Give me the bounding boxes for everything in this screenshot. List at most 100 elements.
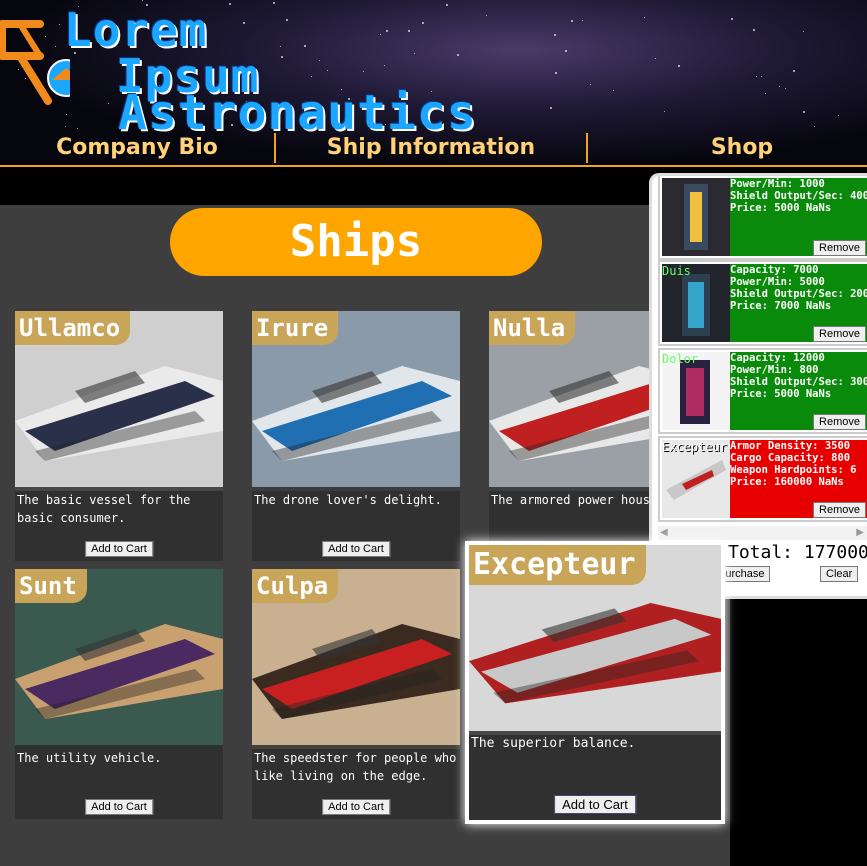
item-spec: Weapon Hardpoints: 6 xyxy=(730,464,857,476)
star-decoration xyxy=(304,45,306,47)
star-decoration xyxy=(327,70,328,71)
item-spec: Shield Output/Sec: 300 xyxy=(730,376,867,388)
star-decoration xyxy=(142,0,143,1)
cart-item: Duis Capacity: 7000 Power/Min: 5000 Shie… xyxy=(658,260,867,346)
cart-item: Excepteur Armor Density: 3500 Cargo Capa… xyxy=(658,436,867,522)
star-decoration xyxy=(319,60,320,61)
page-title: Ships xyxy=(170,208,542,276)
ship-name: Irure xyxy=(252,311,339,345)
star-decoration xyxy=(281,56,283,58)
item-spec: Shield Output/Sec: 200 xyxy=(730,288,867,300)
star-decoration xyxy=(414,53,415,54)
star-decoration xyxy=(422,22,424,24)
ship-card-excepteur: Excepteur The superior balance. Add to C… xyxy=(465,541,725,824)
item-price: Price: 5000 NaNs xyxy=(730,388,832,400)
ship-name: Ullamco xyxy=(15,311,131,345)
remove-button[interactable]: Remove xyxy=(813,502,866,518)
site-header: Lorem Ipsum Astronautics Company Bio Shi… xyxy=(0,0,867,167)
star-decoration xyxy=(838,115,839,116)
add-to-cart-button[interactable]: Add to Cart xyxy=(85,541,153,557)
cart-panel: Power/Min: 1000 Shield Output/Sec: 400 P… xyxy=(649,173,867,599)
add-to-cart-button[interactable]: Add to Cart xyxy=(322,799,390,815)
star-decoration xyxy=(765,93,766,94)
brand-line-1: Lorem xyxy=(64,3,208,57)
star-decoration xyxy=(66,114,67,115)
item-spec: Cargo Capacity: 800 xyxy=(730,452,851,464)
star-decoration xyxy=(613,90,614,91)
star-decoration xyxy=(486,15,487,16)
star-decoration xyxy=(753,29,755,31)
nav-ship-information[interactable]: Ship Information xyxy=(276,131,586,165)
ship-card-irure: Irure The drone lover's delight. Add to … xyxy=(252,311,460,561)
star-decoration xyxy=(384,65,385,66)
star-decoration xyxy=(243,22,245,24)
ship-card-sunt: Sunt The utility vehicle. Add to Cart xyxy=(15,569,223,819)
star-decoration xyxy=(555,72,557,74)
star-decoration xyxy=(65,126,66,127)
star-decoration xyxy=(678,65,680,67)
star-decoration xyxy=(731,18,733,20)
remove-button[interactable]: Remove xyxy=(813,240,866,256)
star-decoration xyxy=(571,20,573,22)
ship-name: Nulla xyxy=(489,311,576,345)
main-nav: Company Bio Ship Information Shop xyxy=(0,131,867,167)
star-decoration xyxy=(280,46,281,47)
star-decoration xyxy=(793,70,795,72)
star-decoration xyxy=(814,126,815,127)
item-spec: Power/Min: 5000 xyxy=(730,276,825,288)
star-decoration xyxy=(554,34,556,36)
star-decoration xyxy=(380,34,381,35)
star-decoration xyxy=(582,20,583,21)
star-decoration xyxy=(77,128,78,129)
star-decoration xyxy=(386,30,388,32)
nav-shop[interactable]: Shop xyxy=(588,131,867,165)
star-decoration xyxy=(779,86,780,87)
item-price: Price: 160000 NaNs xyxy=(730,476,844,488)
item-spec: Armor Density: 3500 xyxy=(730,440,851,452)
item-label: Duis xyxy=(662,264,691,278)
star-decoration xyxy=(803,31,804,32)
star-decoration xyxy=(590,84,591,85)
remove-button[interactable]: Remove xyxy=(813,414,866,430)
star-decoration xyxy=(446,4,448,6)
star-decoration xyxy=(286,19,288,21)
star-decoration xyxy=(108,103,109,104)
cart-list[interactable]: Power/Min: 1000 Shield Output/Sec: 400 P… xyxy=(658,176,867,524)
star-decoration xyxy=(785,88,786,89)
item-spec: Capacity: 12000 xyxy=(730,352,825,364)
star-decoration xyxy=(644,17,645,18)
ship-name: Excepteur xyxy=(469,545,646,585)
ship-name: Sunt xyxy=(15,569,87,603)
add-to-cart-button[interactable]: Add to Cart xyxy=(554,795,636,814)
star-decoration xyxy=(457,54,459,56)
add-to-cart-button[interactable]: Add to Cart xyxy=(85,799,153,815)
star-decoration xyxy=(803,111,805,113)
cart-item: Dolor Capacity: 12000 Power/Min: 800 Shi… xyxy=(658,348,867,434)
item-spec: Shield Output/Sec: 400 xyxy=(730,190,867,202)
clear-button[interactable]: Clear xyxy=(820,566,859,582)
scroll-right-icon[interactable]: ▶ xyxy=(856,527,864,538)
item-spec: Capacity: 7000 xyxy=(730,264,819,276)
add-to-cart-button[interactable]: Add to Cart xyxy=(322,541,390,557)
star-decoration xyxy=(664,111,665,112)
item-spec: Power/Min: 800 xyxy=(730,364,819,376)
item-price: Price: 7000 NaNs xyxy=(730,300,832,312)
scroll-left-icon[interactable]: ◀ xyxy=(660,527,668,538)
item-spec: Power/Min: 1000 xyxy=(730,178,825,190)
ship-name: Culpa xyxy=(252,569,339,603)
star-decoration xyxy=(363,71,364,72)
ship-card-culpa: Culpa The speedster for people who like … xyxy=(252,569,460,819)
item-label: Dolor xyxy=(662,352,699,366)
star-decoration xyxy=(550,107,552,109)
star-decoration xyxy=(565,50,567,52)
nav-company-bio[interactable]: Company Bio xyxy=(0,131,274,165)
item-thumbnail xyxy=(662,178,730,256)
ship-card-ullamco: Ullamco The basic vessel for the basic c… xyxy=(15,311,223,561)
item-label: Excepteur xyxy=(662,440,728,454)
remove-button[interactable]: Remove xyxy=(813,326,866,342)
cart-total: Total: 177000 NaNs xyxy=(728,540,867,566)
star-decoration xyxy=(655,58,656,59)
star-decoration xyxy=(273,2,275,4)
star-decoration xyxy=(761,76,762,77)
horizontal-scrollbar[interactable]: ◀ ▶ xyxy=(658,526,867,540)
